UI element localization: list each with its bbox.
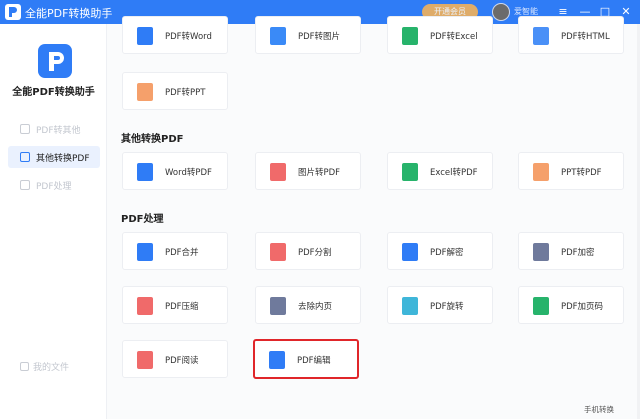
avatar[interactable] [492, 3, 510, 21]
card-pdf-encrypt[interactable]: PDF加密 [518, 232, 624, 270]
card-pdf-decrypt[interactable]: PDF解密 [387, 232, 493, 270]
card-label: Word转PDF [165, 168, 212, 178]
section-title-other-to-pdf: 其他转换PDF [121, 134, 184, 145]
card-word-to-pdf[interactable]: Word转PDF [122, 152, 228, 190]
card-label: PDF分割 [298, 248, 332, 258]
sidebar-item-label: PDF转其他 [36, 126, 81, 136]
image-icon [270, 163, 286, 181]
sidebar-my-files[interactable]: 我的文件 [20, 360, 69, 373]
card-label: PDF转Excel [430, 32, 478, 42]
card-label: PDF加页码 [561, 302, 604, 312]
sidebar-item-other-to-pdf[interactable]: 其他转换PDF [8, 146, 100, 168]
sidebar-app-name: 全能PDF转换助手 [12, 87, 95, 98]
mobile-convert-link[interactable]: 手机转换 [584, 404, 614, 415]
image-icon [270, 27, 286, 45]
card-pdf-to-ppt[interactable]: PDF转PPT [122, 72, 228, 110]
pdf-file-icon [20, 152, 30, 162]
remove-page-icon [270, 297, 286, 315]
rotate-icon [402, 297, 418, 315]
card-label: PDF压缩 [165, 302, 199, 312]
card-pdf-to-word[interactable]: PDF转Word [122, 16, 228, 54]
excel-icon [402, 27, 418, 45]
card-pdf-page-number[interactable]: PDF加页码 [518, 286, 624, 324]
card-label: PDF阅读 [165, 356, 199, 366]
card-pdf-to-excel[interactable]: PDF转Excel [387, 16, 493, 54]
card-pdf-read[interactable]: PDF阅读 [122, 340, 228, 378]
page-number-icon [533, 297, 549, 315]
card-pdf-split[interactable]: PDF分割 [255, 232, 361, 270]
card-label: PDF加密 [561, 248, 595, 258]
card-label: PDF转Word [165, 32, 212, 42]
unlock-icon [402, 243, 418, 261]
sidebar-item-pdf-process[interactable]: PDF处理 [8, 174, 100, 196]
html-icon [533, 27, 549, 45]
card-pdf-edit[interactable]: PDF编辑 [253, 339, 359, 379]
sidebar: 全能PDF转换助手 PDF转其他 其他转换PDF PDF处理 我的文件 [0, 24, 107, 419]
card-ppt-to-pdf[interactable]: PPT转PDF [518, 152, 624, 190]
username[interactable]: 爱智能 [514, 6, 540, 16]
card-label: PDF转HTML [561, 32, 610, 42]
card-label: 去除内页 [298, 302, 333, 312]
card-label: PDF转PPT [165, 88, 206, 98]
excel-icon [402, 163, 418, 181]
main-content: PDF转Word PDF转图片 PDF转Excel PDF转HTML PDF转P… [107, 16, 640, 419]
pdf-process-icon [20, 180, 30, 190]
card-label: PDF旋转 [430, 302, 464, 312]
lock-icon [533, 243, 549, 261]
card-label: PDF编辑 [297, 356, 331, 366]
card-label: PDF解密 [430, 248, 464, 258]
card-image-to-pdf[interactable]: 图片转PDF [255, 152, 361, 190]
app-logo-large-icon [38, 44, 72, 78]
card-label: PDF转图片 [298, 32, 341, 42]
pdf-file-icon [20, 124, 30, 134]
sidebar-item-pdf-to-other[interactable]: PDF转其他 [8, 118, 100, 140]
section-title-pdf-process: PDF处理 [121, 214, 164, 225]
ppt-icon [533, 163, 549, 181]
card-remove-pages[interactable]: 去除内页 [255, 286, 361, 324]
folder-icon [20, 362, 29, 371]
app-logo-icon [5, 4, 21, 20]
ppt-icon [137, 83, 153, 101]
edit-icon [269, 351, 285, 369]
card-pdf-compress[interactable]: PDF压缩 [122, 286, 228, 324]
word-icon [137, 27, 153, 45]
card-label: Excel转PDF [430, 168, 478, 178]
sidebar-item-label: PDF处理 [36, 182, 72, 192]
my-files-label: 我的文件 [33, 363, 70, 373]
vip-label: 开通会员 [434, 7, 466, 16]
card-label: PDF合并 [165, 248, 199, 258]
split-icon [270, 243, 286, 261]
window-title: 全能PDF转换助手 [25, 7, 113, 20]
sidebar-item-label: 其他转换PDF [36, 154, 90, 164]
card-pdf-merge[interactable]: PDF合并 [122, 232, 228, 270]
merge-icon [137, 243, 153, 261]
card-label: PPT转PDF [561, 168, 602, 178]
card-pdf-rotate[interactable]: PDF旋转 [387, 286, 493, 324]
read-icon [137, 351, 153, 369]
card-pdf-to-image[interactable]: PDF转图片 [255, 16, 361, 54]
word-icon [137, 163, 153, 181]
card-pdf-to-html[interactable]: PDF转HTML [518, 16, 624, 54]
compress-icon [137, 297, 153, 315]
card-excel-to-pdf[interactable]: Excel转PDF [387, 152, 493, 190]
card-label: 图片转PDF [298, 168, 341, 178]
